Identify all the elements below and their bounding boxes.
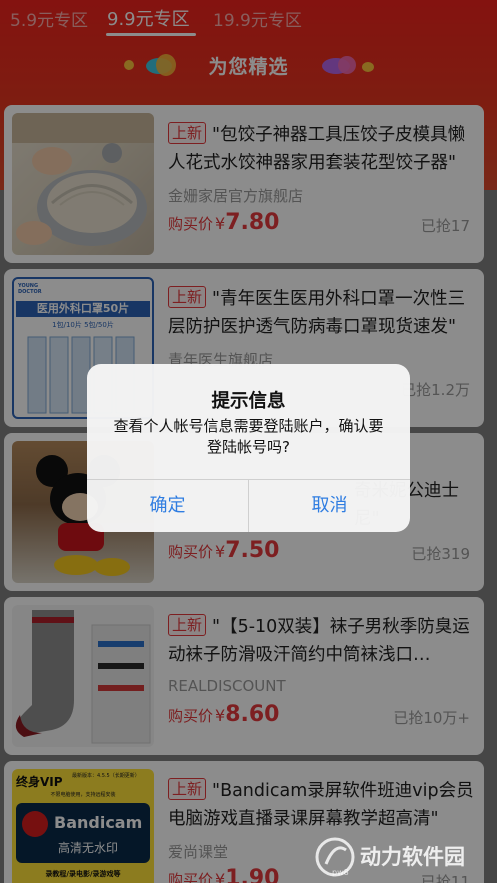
cancel-button[interactable]: 取消 <box>249 479 410 532</box>
confirm-button[interactable]: 确定 <box>87 479 248 532</box>
login-alert-dialog: 提示信息 查看个人帐号信息需要登陆账户，确认要登陆帐号吗? 确定 取消 <box>87 364 410 532</box>
watermark-sub: pw8 <box>332 868 349 877</box>
watermark: 动力软件园 pw8 <box>310 834 497 878</box>
watermark-text: 动力软件园 <box>360 845 465 869</box>
alert-message: 查看个人帐号信息需要登陆账户，确认要登陆帐号吗? <box>113 417 384 456</box>
alert-title: 提示信息 <box>211 391 286 412</box>
